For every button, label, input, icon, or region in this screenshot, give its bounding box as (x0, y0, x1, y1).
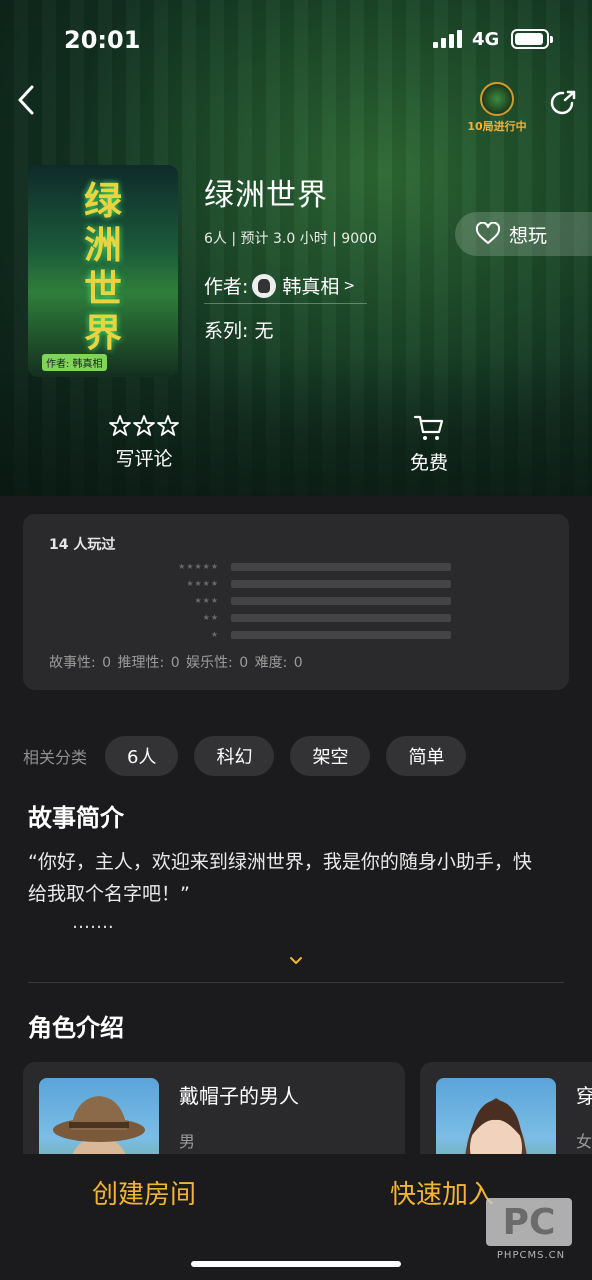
rating-card: 14 人玩过 ★★★★★ ★★★★ ★★★ ★★ ★ 故事性: 0 推理性: 0… (23, 514, 569, 690)
rating-stars: ★★★ (194, 596, 219, 605)
signal-icon (433, 30, 462, 48)
status-time: 20:01 (64, 26, 141, 54)
rating-stars: ★ (210, 630, 219, 639)
network-type: 4G (472, 29, 500, 50)
game-title: 绿洲世界 (204, 178, 328, 213)
write-review-button[interactable]: 写评论 (108, 414, 180, 471)
write-review-label: 写评论 (115, 448, 173, 470)
status-bar: 20:01 4G (0, 0, 592, 80)
game-cover-image: 绿洲世界 作者: 韩真相 (28, 165, 178, 377)
divider (28, 982, 564, 983)
rating-bar (231, 630, 451, 639)
tag-chip[interactable]: 架空 (290, 736, 371, 776)
live-rooms-badge[interactable]: 10局进行中 (462, 82, 532, 136)
rating-stars: ★★★★★ (178, 562, 219, 571)
game-info: 绿洲世界 6人 | 预计 3.0 小时 | 9000 (204, 170, 377, 248)
share-icon (550, 90, 576, 115)
watermark-logo-mark: PC (486, 1198, 572, 1246)
author-link[interactable]: 作者: 韩真相 > (204, 272, 367, 304)
rating-row: ★ (173, 626, 451, 643)
create-room-button[interactable]: 创建房间 (92, 1174, 196, 1211)
tag-chip[interactable]: 6人 (105, 736, 179, 776)
watermark-logo: PC PHPCMS.CN (486, 1198, 576, 1268)
want-to-play-button[interactable]: 想玩 (455, 212, 592, 256)
characters-section-title: 角色介绍 (28, 1014, 124, 1042)
rating-bar (231, 579, 451, 588)
character-gender: 男 (179, 1132, 196, 1151)
want-to-play-label: 想玩 (509, 224, 548, 247)
tags-label: 相关分类 (23, 748, 88, 767)
rating-row: ★★★ (173, 592, 451, 609)
cart-icon (413, 415, 444, 440)
rating-bar (231, 613, 451, 622)
played-count: 14 人玩过 (49, 537, 116, 553)
rating-row: ★★★★ (173, 575, 451, 592)
author-avatar (252, 273, 277, 298)
category-tags: 相关分类 6人 科幻 架空 简单 (23, 736, 482, 776)
author-label: 作者: (204, 276, 249, 298)
story-more-text: ……. (72, 912, 114, 933)
price-button[interactable]: 免费 (410, 414, 448, 475)
rating-bar (231, 596, 451, 605)
chevron-left-icon (18, 85, 34, 115)
series-info: 系列: 无 (204, 320, 274, 342)
rating-stars: ★★★★ (186, 579, 219, 588)
chevron-down-icon (290, 957, 302, 964)
story-text: “你好，主人，欢迎来到绿洲世界，我是你的随身小助手，快给我取个名字吧！” (28, 851, 532, 905)
watermark-site: PHPCMS.CN (496, 1250, 566, 1261)
character-gender: 女 (576, 1132, 592, 1151)
character-name: 穿 (576, 1084, 592, 1108)
star-rating-icon (109, 415, 179, 436)
rating-bar (231, 562, 451, 571)
live-rooms-label: 10局进行中 (467, 120, 527, 133)
price-label: 免费 (410, 452, 449, 474)
game-meta: 6人 | 预计 3.0 小时 | 9000 (204, 231, 377, 247)
rating-distribution: ★★★★★ ★★★★ ★★★ ★★ ★ (173, 558, 451, 643)
expand-button[interactable] (288, 953, 304, 967)
tag-chip[interactable]: 科幻 (194, 736, 275, 776)
share-button[interactable] (548, 88, 578, 118)
live-avatar (480, 82, 514, 116)
rating-row: ★★ (173, 609, 451, 626)
rating-stars: ★★ (202, 613, 219, 622)
story-section-title: 故事简介 (28, 804, 124, 832)
heart-icon (475, 222, 501, 244)
tag-chip[interactable]: 简单 (386, 736, 467, 776)
quick-join-button[interactable]: 快速加入 (390, 1174, 494, 1211)
character-name: 戴帽子的男人 (179, 1084, 299, 1108)
home-indicator[interactable] (191, 1261, 401, 1267)
rating-dimensions: 故事性: 0 推理性: 0 娱乐性: 0 难度: 0 (49, 655, 303, 671)
cover-tag: 作者: 韩真相 (42, 354, 107, 371)
rating-row: ★★★★★ (173, 558, 451, 575)
back-button[interactable] (14, 84, 42, 116)
battery-icon (511, 29, 553, 49)
cover-title: 绿洲世界 (83, 179, 122, 355)
author-name: 韩真相 (282, 276, 340, 298)
chevron-right-icon: > (343, 277, 356, 294)
